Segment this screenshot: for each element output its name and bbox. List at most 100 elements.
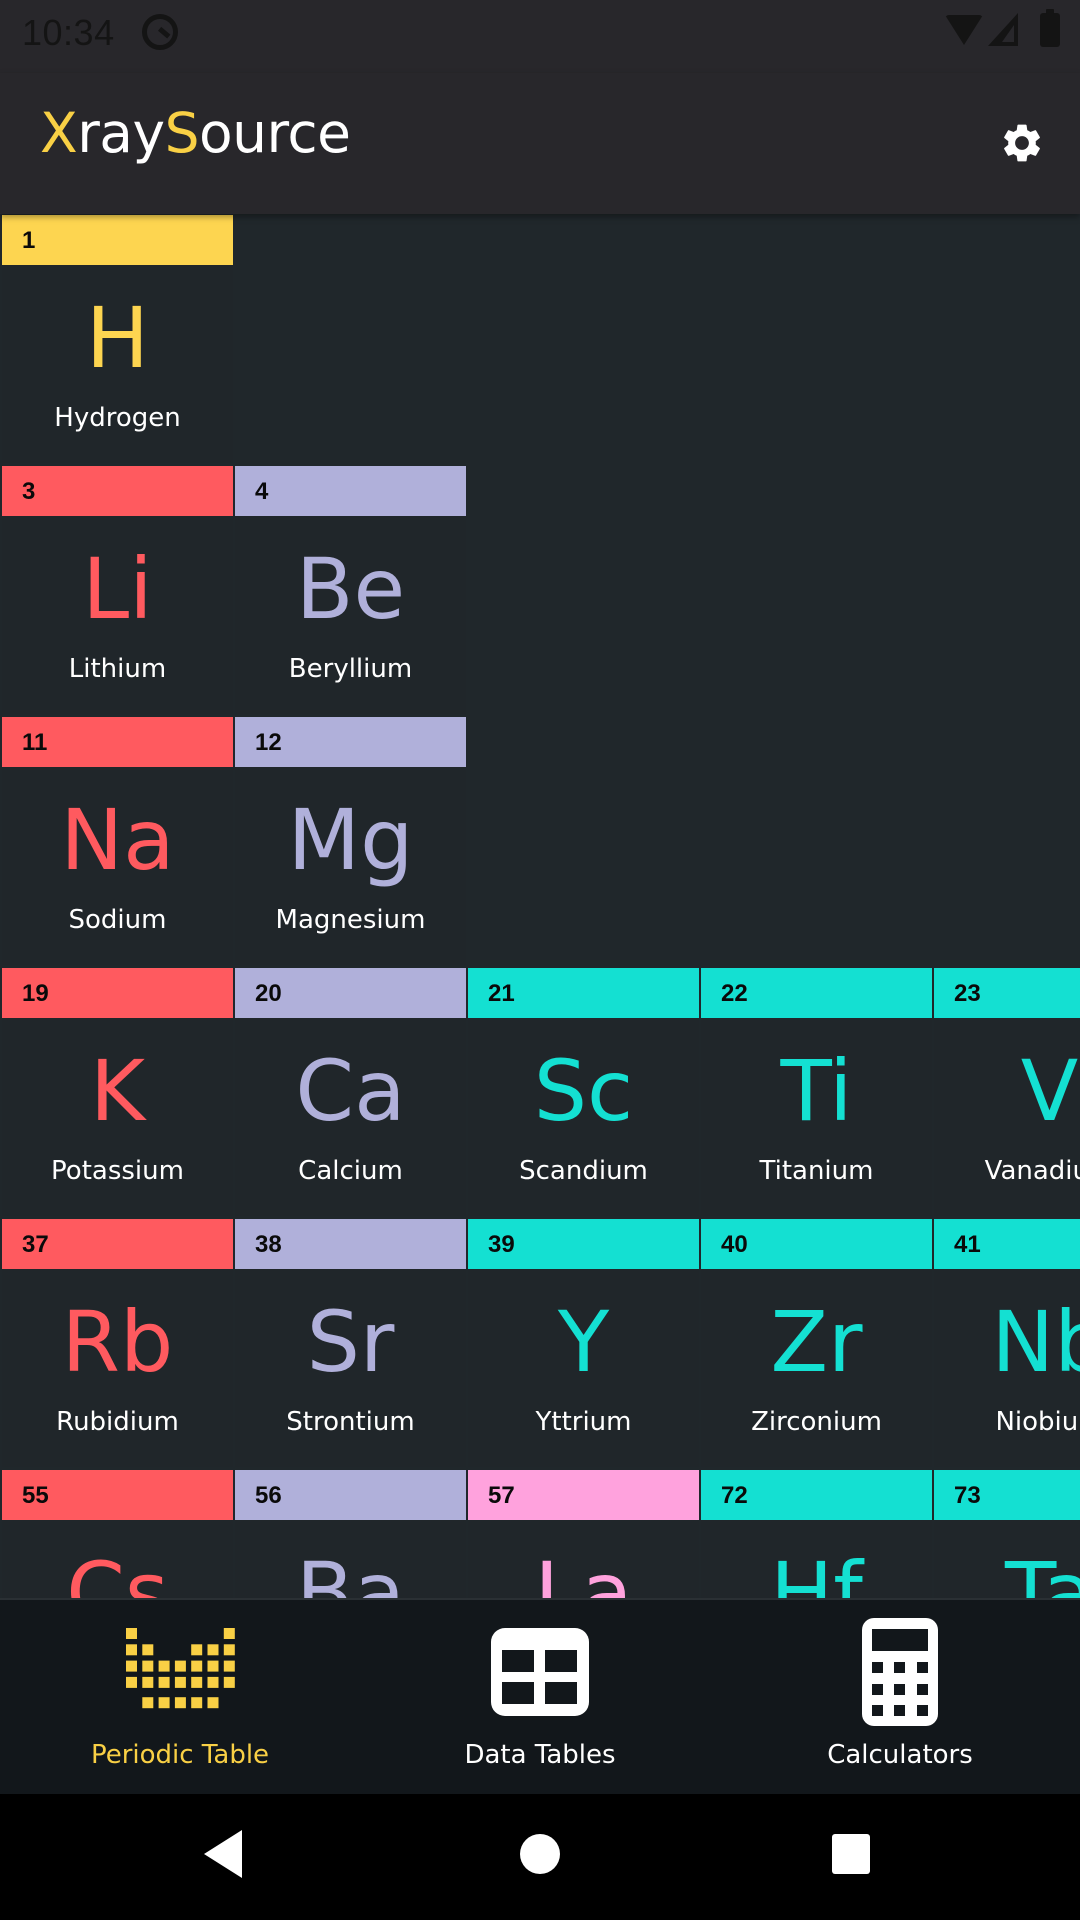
back-button[interactable]	[204, 1830, 242, 1878]
atomic-number: 22	[721, 980, 748, 1007]
nav-calculators[interactable]: Calculators	[720, 1600, 1080, 1794]
element-number-bar: 55	[2, 1470, 233, 1520]
atomic-number: 40	[721, 1231, 748, 1258]
periodic-table-grid[interactable]: 1 H Hydrogen 3 Li Lithium 4 Be Beryllium 11 Na Sodi…	[0, 214, 1080, 1598]
atomic-number: 11	[22, 729, 48, 756]
periodic-table-icon-square	[174, 1676, 186, 1688]
atomic-number: 12	[255, 729, 282, 756]
periodic-table-icon-square	[207, 1697, 219, 1709]
periodic-table-icon-square	[207, 1644, 219, 1656]
nav-data-tables[interactable]: Data Tables	[360, 1600, 720, 1794]
signal-icon	[988, 13, 1018, 46]
element-name: Titanium	[759, 1156, 874, 1186]
battery-icon	[1040, 9, 1060, 47]
element-name: Potassium	[51, 1156, 184, 1186]
atomic-number: 39	[488, 1231, 515, 1258]
element-name: Yttrium	[535, 1407, 632, 1437]
element-number-bar: 19	[2, 968, 233, 1018]
atomic-number: 55	[22, 1482, 49, 1509]
periodic-table-icon-square	[158, 1676, 170, 1688]
periodic-table-icon-square	[207, 1660, 219, 1672]
element-number-bar: 22	[701, 968, 932, 1018]
bottom-navigation: Periodic Table Data Tables Calculators	[0, 1598, 1080, 1794]
element-cell-h[interactable]: 1 H Hydrogen	[2, 215, 233, 463]
element-number-bar: 39	[468, 1219, 699, 1269]
nav-periodic-table[interactable]: Periodic Table	[0, 1600, 360, 1794]
periodic-table-icon-square	[142, 1676, 154, 1688]
recents-button[interactable]	[832, 1834, 870, 1874]
element-symbol: H	[85, 289, 150, 387]
periodic-table-icon-square	[174, 1660, 186, 1672]
element-number-bar: 23	[934, 968, 1080, 1018]
periodic-table-icon-square	[223, 1676, 235, 1688]
calculator-icon	[862, 1618, 938, 1726]
home-button[interactable]	[520, 1834, 560, 1874]
element-symbol: Ca	[295, 1042, 406, 1140]
do-not-disturb-icon	[142, 14, 178, 50]
atomic-number: 56	[255, 1482, 282, 1509]
element-cell-zr[interactable]: 40 Zr Zirconium	[701, 1219, 932, 1467]
element-cell-ti[interactable]: 22 Ti Titanium	[701, 968, 932, 1216]
element-symbol: Ta	[1005, 1544, 1080, 1598]
element-number-bar: 37	[2, 1219, 233, 1269]
periodic-table-icon-square	[191, 1644, 203, 1656]
element-symbol: V	[1020, 1042, 1079, 1140]
element-cell-rb[interactable]: 37 Rb Rubidium	[2, 1219, 233, 1467]
status-bar: 10:34	[0, 0, 1080, 73]
element-symbol: Be	[295, 540, 406, 638]
element-cell-v[interactable]: 23 V Vanadium	[934, 968, 1080, 1216]
element-cell-be[interactable]: 4 Be Beryllium	[235, 466, 466, 714]
settings-button[interactable]	[996, 117, 1048, 169]
element-cell-mg[interactable]: 12 Mg Magnesium	[235, 717, 466, 965]
periodic-table-icon-square	[158, 1697, 170, 1709]
element-number-bar: 4	[235, 466, 466, 516]
element-cell-la[interactable]: 57LaLanthanum	[468, 1470, 699, 1598]
element-name: Zirconium	[751, 1407, 882, 1437]
element-symbol: Ba	[295, 1544, 406, 1598]
element-name: Magnesium	[275, 905, 426, 935]
element-name: Sodium	[68, 905, 167, 935]
element-symbol: Rb	[61, 1293, 174, 1391]
element-number-bar: 41	[934, 1219, 1080, 1269]
element-symbol: Mg	[287, 791, 414, 889]
atomic-number: 38	[255, 1231, 282, 1258]
atomic-number: 20	[255, 980, 282, 1007]
element-symbol: Sc	[533, 1042, 634, 1140]
element-cell-ca[interactable]: 20 Ca Calcium	[235, 968, 466, 1216]
element-name: Hydrogen	[54, 403, 181, 433]
logo-part: ource	[198, 101, 351, 165]
periodic-table-icon-square	[142, 1644, 154, 1656]
logo-part: X	[40, 101, 78, 165]
element-number-bar: 57	[468, 1470, 699, 1520]
element-symbol: La	[534, 1544, 633, 1598]
element-symbol: Hf	[770, 1544, 863, 1598]
element-name: Calcium	[298, 1156, 403, 1186]
periodic-table-icon-square	[191, 1676, 203, 1688]
atomic-number: 73	[954, 1482, 981, 1509]
atomic-number: 37	[22, 1231, 49, 1258]
element-number-bar: 11	[2, 717, 233, 767]
atomic-number: 23	[954, 980, 981, 1007]
element-name: Beryllium	[288, 654, 413, 684]
element-cell-cs[interactable]: 55CsCesium	[2, 1470, 233, 1598]
wifi-icon	[945, 15, 983, 45]
element-name: Vanadium	[984, 1156, 1080, 1186]
element-cell-nb[interactable]: 41 Nb Niobium	[934, 1219, 1080, 1467]
element-cell-sc[interactable]: 21 Sc Scandium	[468, 968, 699, 1216]
element-cell-sr[interactable]: 38 Sr Strontium	[235, 1219, 466, 1467]
data-table-icon	[491, 1628, 589, 1716]
periodic-table-icon-square	[126, 1676, 137, 1688]
app-logo: XraySource	[40, 101, 351, 165]
element-number-bar: 1	[2, 215, 233, 265]
atomic-number: 3	[22, 478, 36, 505]
element-cell-hf[interactable]: 72HfHafnium	[701, 1470, 932, 1598]
element-cell-y[interactable]: 39 Y Yttrium	[468, 1219, 699, 1467]
element-symbol: Na	[60, 791, 175, 889]
element-cell-ba[interactable]: 56BaBarium	[235, 1470, 466, 1598]
element-cell-k[interactable]: 19 K Potassium	[2, 968, 233, 1216]
periodic-table-icon-square	[126, 1644, 137, 1656]
element-symbol: Sr	[306, 1293, 395, 1391]
element-cell-ta[interactable]: 73TaTantalum	[934, 1470, 1080, 1598]
element-cell-li[interactable]: 3 Li Lithium	[2, 466, 233, 714]
element-cell-na[interactable]: 11 Na Sodium	[2, 717, 233, 965]
